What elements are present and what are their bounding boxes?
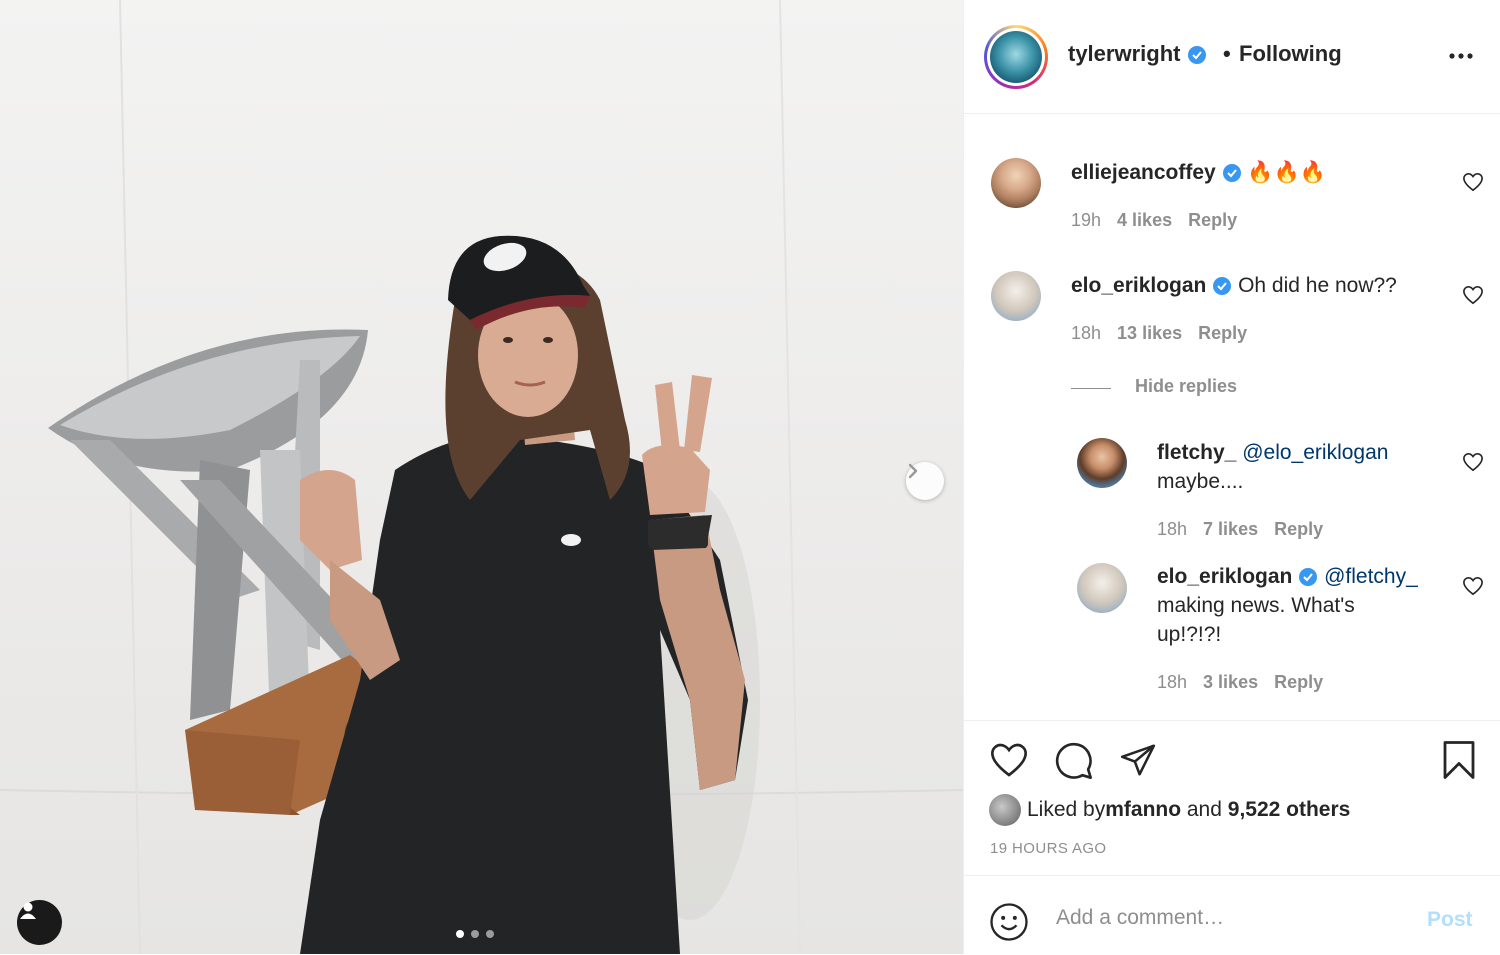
comment-meta: 19h 4 likes Reply (1071, 210, 1253, 231)
liked-by-prefix: Liked by (1027, 798, 1106, 821)
carousel-indicator (456, 930, 494, 938)
carousel-dot (456, 930, 464, 938)
avatar-image (990, 31, 1042, 83)
comment-likes[interactable]: 4 likes (1117, 210, 1172, 230)
heart-icon[interactable] (1462, 576, 1484, 596)
reply-text: making news. What's (1157, 594, 1355, 617)
post-side-panel: tylerwright • Following elliejeancoffey … (963, 0, 1500, 954)
comment-username[interactable]: elliejeancoffey (1071, 161, 1216, 184)
comment-text: 🔥🔥🔥 (1247, 161, 1326, 184)
reply-time[interactable]: 18h (1157, 519, 1187, 539)
heart-icon[interactable] (1462, 172, 1484, 192)
emoji-button[interactable] (989, 902, 1029, 942)
verified-badge-icon (1299, 568, 1318, 587)
comment-input[interactable] (1054, 900, 1398, 936)
following-button[interactable]: Following (1239, 41, 1342, 67)
comment-icon (1055, 742, 1092, 779)
reply-button[interactable]: Reply (1274, 519, 1323, 539)
carousel-dot (471, 930, 479, 938)
likes-summary: Liked by mfanno and 9,522 others (989, 794, 1350, 826)
header-separator: • (1223, 41, 1231, 66)
comment-body: elliejeancoffey 🔥🔥🔥 (1071, 158, 1326, 187)
more-icon (1449, 53, 1473, 59)
reply-button[interactable]: Reply (1274, 672, 1323, 692)
photo-illustration (0, 0, 963, 954)
comment-composer: Post (964, 875, 1500, 955)
hide-replies-button[interactable]: Hide replies (1135, 376, 1237, 397)
post-header: tylerwright • Following (964, 0, 1500, 114)
reply-text-continued: up!?!?! (1157, 623, 1222, 646)
comment-time[interactable]: 18h (1071, 323, 1101, 343)
liked-by-user[interactable]: mfanno (1105, 798, 1181, 822)
author-avatar[interactable] (984, 25, 1048, 89)
comment-time[interactable]: 19h (1071, 210, 1101, 230)
reply-avatar[interactable] (1077, 438, 1127, 488)
comment-meta: 18h 13 likes Reply (1071, 323, 1263, 344)
next-slide-button[interactable] (906, 462, 944, 500)
verified-badge-icon (1222, 164, 1241, 183)
smiley-icon (990, 903, 1028, 941)
reply-meta: 18h 3 likes Reply (1157, 672, 1339, 693)
bookmark-icon (1443, 741, 1475, 779)
save-button[interactable] (1441, 739, 1477, 781)
comment-body: elo_eriklogan Oh did he now?? (1071, 271, 1397, 300)
comment-username[interactable]: elo_eriklogan (1071, 274, 1206, 297)
verified-badge-icon (1213, 277, 1232, 296)
user-tag-icon (20, 902, 36, 919)
reply-username[interactable]: fletchy_ (1157, 441, 1236, 464)
reply-text: maybe.... (1157, 470, 1244, 493)
liked-by-others[interactable]: 9,522 others (1228, 798, 1351, 822)
reply-body: elo_eriklogan @fletchy_ making news. Wha… (1157, 562, 1447, 649)
comment-avatar[interactable] (991, 158, 1041, 208)
heart-icon (990, 743, 1028, 777)
paper-plane-icon (1120, 744, 1156, 776)
reply-mention[interactable]: @fletchy_ (1324, 565, 1418, 588)
reply-username[interactable]: elo_eriklogan (1157, 565, 1292, 588)
reply-meta: 18h 7 likes Reply (1157, 519, 1339, 540)
more-options-button[interactable] (1448, 44, 1474, 73)
liked-by-and: and (1181, 798, 1228, 821)
reply-button[interactable]: Reply (1198, 323, 1247, 343)
like-button[interactable] (989, 741, 1029, 779)
comment-button[interactable] (1054, 741, 1094, 781)
tagged-users-button[interactable] (17, 900, 62, 945)
post-actions: Liked by mfanno and 9,522 others 19 HOUR… (964, 720, 1500, 876)
share-button[interactable] (1118, 741, 1158, 779)
heart-icon[interactable] (1462, 452, 1484, 472)
post-photo[interactable] (0, 0, 963, 954)
post-timestamp[interactable]: 19 HOURS AGO (990, 840, 1107, 857)
comment-likes[interactable]: 13 likes (1117, 323, 1182, 343)
verified-badge-icon (1187, 46, 1206, 65)
comments-list: elliejeancoffey 🔥🔥🔥 19h 4 likes Reply elo_… (964, 114, 1500, 720)
carousel-dot (486, 930, 494, 938)
reply-time[interactable]: 18h (1157, 672, 1187, 692)
reply-button[interactable]: Reply (1188, 210, 1237, 230)
hide-replies-divider (1071, 388, 1111, 389)
author-username[interactable]: tylerwright (1068, 41, 1207, 67)
reply-mention[interactable]: @elo_eriklogan (1242, 441, 1388, 464)
reply-likes[interactable]: 7 likes (1203, 519, 1258, 539)
reply-likes[interactable]: 3 likes (1203, 672, 1258, 692)
heart-icon[interactable] (1462, 285, 1484, 305)
comment-avatar[interactable] (991, 271, 1041, 321)
chevron-right-icon (908, 463, 918, 479)
liker-avatar[interactable] (989, 794, 1021, 826)
reply-avatar[interactable] (1077, 563, 1127, 613)
author-username-text[interactable]: tylerwright (1068, 41, 1180, 66)
comment-text: Oh did he now?? (1238, 274, 1397, 297)
reply-body: fletchy_ @elo_eriklogan maybe.... (1157, 438, 1388, 496)
post-comment-button[interactable]: Post (1427, 908, 1473, 932)
